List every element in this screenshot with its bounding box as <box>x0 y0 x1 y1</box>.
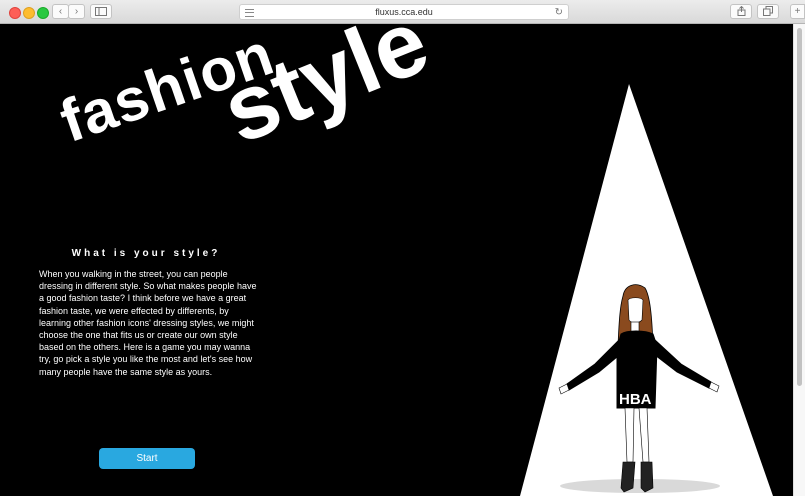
close-window-button[interactable] <box>9 7 21 19</box>
maximize-window-button[interactable] <box>37 7 49 19</box>
chevron-right-icon: › <box>74 6 79 17</box>
share-icon <box>737 5 745 16</box>
chevron-left-icon: ‹ <box>58 6 63 17</box>
spotlight-figure-illustration: HBA <box>520 84 773 496</box>
plus-icon: + <box>794 6 801 17</box>
sidebar-toggle-button[interactable] <box>90 4 112 19</box>
minimize-window-button[interactable] <box>23 7 35 19</box>
tabs-icon <box>763 6 773 16</box>
stage-shadow <box>560 479 720 493</box>
share-button[interactable] <box>730 4 752 19</box>
forward-button[interactable]: › <box>68 4 85 19</box>
section-heading: What is your style? <box>71 248 221 259</box>
back-button[interactable]: ‹ <box>52 4 69 19</box>
start-button[interactable]: Start <box>99 448 195 469</box>
sidebar-icon <box>95 7 107 16</box>
shirt-print: HBA <box>619 391 652 408</box>
scrollbar-thumb[interactable] <box>797 28 802 386</box>
reload-icon[interactable]: ↻ <box>555 5 563 20</box>
tabs-overview-button[interactable] <box>757 4 779 19</box>
intro-paragraph: When you walking in the street, you can … <box>39 269 257 377</box>
new-tab-button[interactable]: + <box>790 4 805 19</box>
